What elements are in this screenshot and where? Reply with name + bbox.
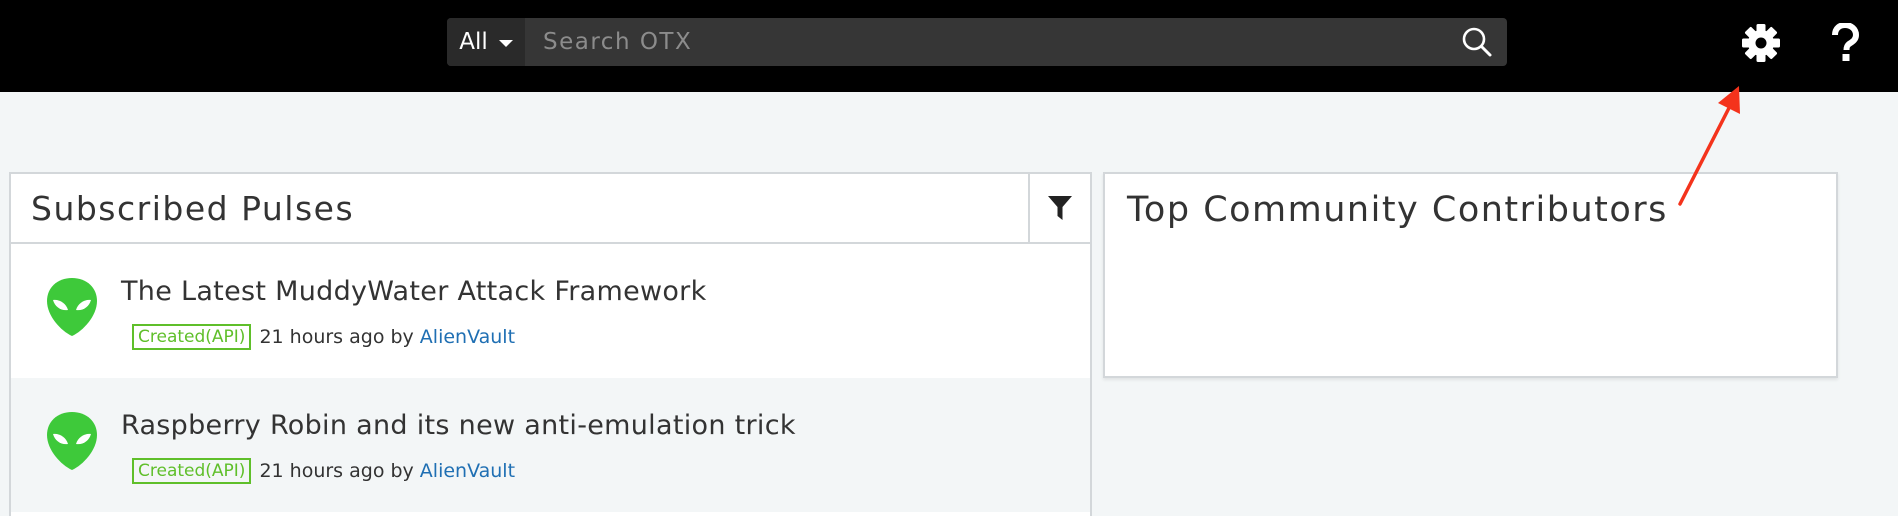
subscribed-pulses-panel: Subscribed Pulses The Latest MuddyWater … bbox=[9, 172, 1092, 516]
help-icon bbox=[1832, 23, 1860, 61]
search-scope-label: All bbox=[459, 29, 488, 55]
caret-down-icon bbox=[498, 39, 513, 47]
pulse-title-link[interactable]: Raspberry Robin and its new anti-emulati… bbox=[121, 410, 796, 441]
author-link[interactable]: AlienVault bbox=[420, 326, 515, 348]
settings-button[interactable] bbox=[1738, 20, 1784, 66]
search-icon bbox=[1462, 27, 1492, 57]
panel-title: Top Community Contributors bbox=[1127, 190, 1668, 230]
status-badge: Created(API) bbox=[132, 324, 252, 350]
pulse-item[interactable]: The Latest MuddyWater Attack Framework C… bbox=[11, 244, 1090, 378]
gear-icon bbox=[1742, 24, 1780, 62]
author-link[interactable]: AlienVault bbox=[420, 460, 515, 482]
filter-button[interactable] bbox=[1028, 174, 1090, 242]
search-scope-dropdown[interactable]: All bbox=[447, 18, 525, 66]
alien-icon bbox=[47, 278, 97, 336]
top-contributors-panel: Top Community Contributors bbox=[1103, 172, 1838, 378]
search-button[interactable] bbox=[1447, 18, 1507, 66]
pulses-header: Subscribed Pulses bbox=[11, 174, 1090, 244]
pulse-meta: Created(API) 21 hours ago by AlienVault bbox=[132, 458, 515, 484]
alien-icon bbox=[47, 412, 97, 470]
pulse-time: 21 hours ago by bbox=[259, 326, 414, 348]
help-button[interactable] bbox=[1822, 20, 1868, 66]
search-bar: All bbox=[447, 18, 1507, 66]
filter-icon bbox=[1048, 196, 1072, 220]
pulse-time: 21 hours ago by bbox=[259, 460, 414, 482]
pulse-item[interactable]: Raspberry Robin and its new anti-emulati… bbox=[11, 378, 1090, 512]
panel-title: Subscribed Pulses bbox=[31, 188, 355, 228]
search-input[interactable] bbox=[525, 18, 1447, 66]
status-badge: Created(API) bbox=[132, 458, 252, 484]
pulse-title-link[interactable]: The Latest MuddyWater Attack Framework bbox=[121, 276, 707, 307]
pulse-meta: Created(API) 21 hours ago by AlienVault bbox=[132, 324, 515, 350]
top-navbar: All bbox=[0, 0, 1898, 92]
